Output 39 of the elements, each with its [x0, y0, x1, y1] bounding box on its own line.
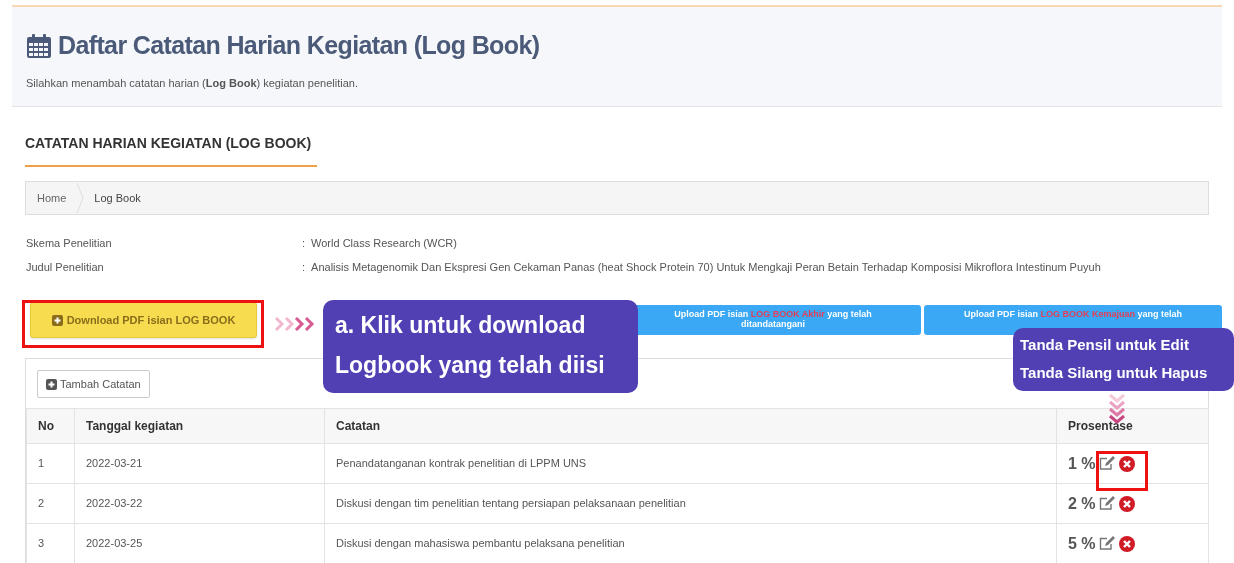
table-cell: 1	[26, 443, 75, 484]
info-separator: :	[302, 259, 306, 275]
callout-tooltip: Tanda Pensil untuk Edit Tanda Silang untuk Hapus	[1013, 328, 1234, 391]
column-header: Tanggal kegiatan	[74, 408, 325, 444]
percent-value: 5 %	[1068, 533, 1096, 554]
breadcrumb-link[interactable]: Log Book	[94, 189, 141, 207]
column-header: Catatan	[324, 408, 1057, 444]
table-cell: Penandatanganan kontrak penelitian di LPPM UNS	[324, 443, 1057, 484]
delete-icon[interactable]	[1118, 455, 1135, 472]
delete-icon[interactable]	[1118, 495, 1135, 512]
breadcrumb-link[interactable]: Home	[37, 189, 67, 207]
percent-value: 2 %	[1068, 493, 1096, 514]
highlight-frame	[1096, 451, 1148, 491]
add-note-button[interactable]: Tambah Catatan	[37, 370, 150, 398]
download-button[interactable]: Download PDF isian LOG BOOK	[30, 302, 257, 338]
edit-icon[interactable]	[1098, 496, 1116, 511]
info-label: Skema Penelitian	[26, 236, 113, 251]
plus-icon	[46, 378, 57, 390]
table-cell: 3	[26, 523, 75, 563]
info-label: Judul Penelitian	[26, 259, 105, 275]
column-header: Prosentase	[1056, 408, 1209, 444]
column-header: No	[26, 408, 75, 444]
table-cell: 2	[26, 483, 75, 524]
edit-icon[interactable]	[1098, 536, 1116, 551]
info-value: World Class Research (WCR)	[311, 236, 457, 251]
calendar-icon	[26, 32, 52, 59]
info-separator: :	[302, 236, 306, 251]
table-cell: 2022-03-21	[74, 443, 325, 484]
edit-icon[interactable]	[1098, 456, 1116, 471]
table-cell: Diskusi dengan tim penelitian tentang persiapan pelaksanaan penelitian	[324, 483, 1057, 524]
section-title: CATATAN HARIAN KEGIATAN (LOG BOOK)	[25, 135, 312, 151]
page-title: Daftar Catatan Harian Kegiatan (Log Book)	[58, 30, 540, 61]
info-value: Analisis Metagenomik Dan Ekspresi Gen Cekaman Panas (heat Shock Protein 70) Untuk Mengkaji Peran Betain Terhadap Komposisi Mikroflora Intestinum Puyuh	[311, 259, 1101, 275]
page-subtitle: Silahkan menambah catatan harian (Log Book) kegiatan penelitian.	[26, 75, 359, 91]
callout-tooltip: a. Klik untuk download Logbook yang telah diisi	[323, 300, 638, 393]
table-cell: 2022-03-22	[74, 483, 325, 524]
plus-icon	[51, 314, 63, 326]
percent-value: 1 %	[1068, 453, 1096, 474]
delete-icon[interactable]	[1118, 535, 1135, 552]
